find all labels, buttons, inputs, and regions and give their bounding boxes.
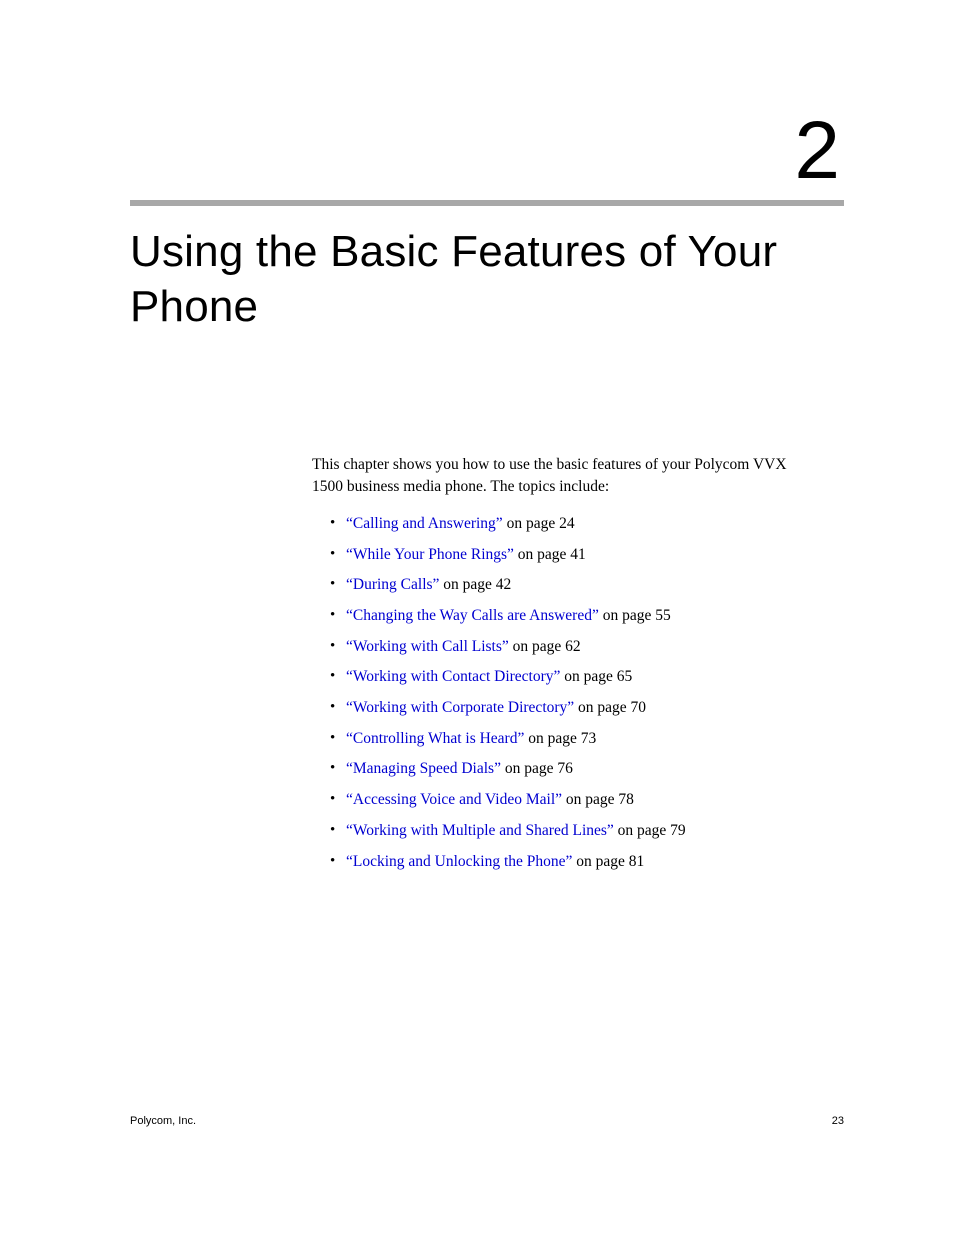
topic-list: “Calling and Answering” on page 24 “Whil… (312, 513, 812, 872)
list-item: “Working with Contact Directory” on page… (330, 666, 812, 688)
list-item: “Locking and Unlocking the Phone” on pag… (330, 851, 812, 873)
topic-page-ref: on page 62 (509, 638, 581, 655)
topic-page-ref: on page 41 (514, 546, 586, 563)
topic-page-ref: on page 79 (614, 822, 686, 839)
topic-page-ref: on page 65 (560, 668, 632, 685)
topic-link[interactable]: “During Calls” (346, 576, 439, 593)
list-item: “Working with Corporate Directory” on pa… (330, 697, 812, 719)
topic-link[interactable]: “Working with Contact Directory” (346, 668, 560, 685)
topic-page-ref: on page 76 (501, 760, 573, 777)
page-footer: Polycom, Inc. 23 (130, 1115, 844, 1127)
topic-link[interactable]: “Calling and Answering” (346, 515, 503, 532)
topic-page-ref: on page 24 (503, 515, 575, 532)
topic-link[interactable]: “Controlling What is Heard” (346, 730, 524, 747)
topic-link[interactable]: “Working with Call Lists” (346, 638, 509, 655)
chapter-number: 2 (130, 110, 844, 192)
topic-link[interactable]: “While Your Phone Rings” (346, 546, 514, 563)
list-item: “Working with Multiple and Shared Lines”… (330, 820, 812, 842)
topic-link[interactable]: “Changing the Way Calls are Answered” (346, 607, 599, 624)
topic-page-ref: on page 42 (439, 576, 511, 593)
list-item: “Calling and Answering” on page 24 (330, 513, 812, 535)
topic-page-ref: on page 73 (524, 730, 596, 747)
chapter-divider (130, 200, 844, 206)
topic-page-ref: on page 55 (599, 607, 671, 624)
list-item: “Managing Speed Dials” on page 76 (330, 758, 812, 780)
topic-link[interactable]: “Locking and Unlocking the Phone” (346, 853, 572, 870)
chapter-title: Using the Basic Features of Your Phone (130, 224, 844, 334)
list-item: “Controlling What is Heard” on page 73 (330, 728, 812, 750)
topic-link[interactable]: “Accessing Voice and Video Mail” (346, 791, 562, 808)
list-item: “Working with Call Lists” on page 62 (330, 636, 812, 658)
footer-company: Polycom, Inc. (130, 1115, 196, 1127)
page-number: 23 (832, 1115, 844, 1127)
list-item: “While Your Phone Rings” on page 41 (330, 544, 812, 566)
list-item: “Changing the Way Calls are Answered” on… (330, 605, 812, 627)
topic-link[interactable]: “Working with Multiple and Shared Lines” (346, 822, 614, 839)
document-page: 2 Using the Basic Features of Your Phone… (0, 0, 954, 1235)
topic-page-ref: on page 78 (562, 791, 634, 808)
intro-paragraph: This chapter shows you how to use the ba… (312, 454, 812, 499)
topic-link[interactable]: “Managing Speed Dials” (346, 760, 501, 777)
list-item: “Accessing Voice and Video Mail” on page… (330, 789, 812, 811)
topic-page-ref: on page 70 (574, 699, 646, 716)
topic-link[interactable]: “Working with Corporate Directory” (346, 699, 574, 716)
body-column: This chapter shows you how to use the ba… (312, 454, 812, 872)
topic-page-ref: on page 81 (572, 853, 644, 870)
list-item: “During Calls” on page 42 (330, 574, 812, 596)
